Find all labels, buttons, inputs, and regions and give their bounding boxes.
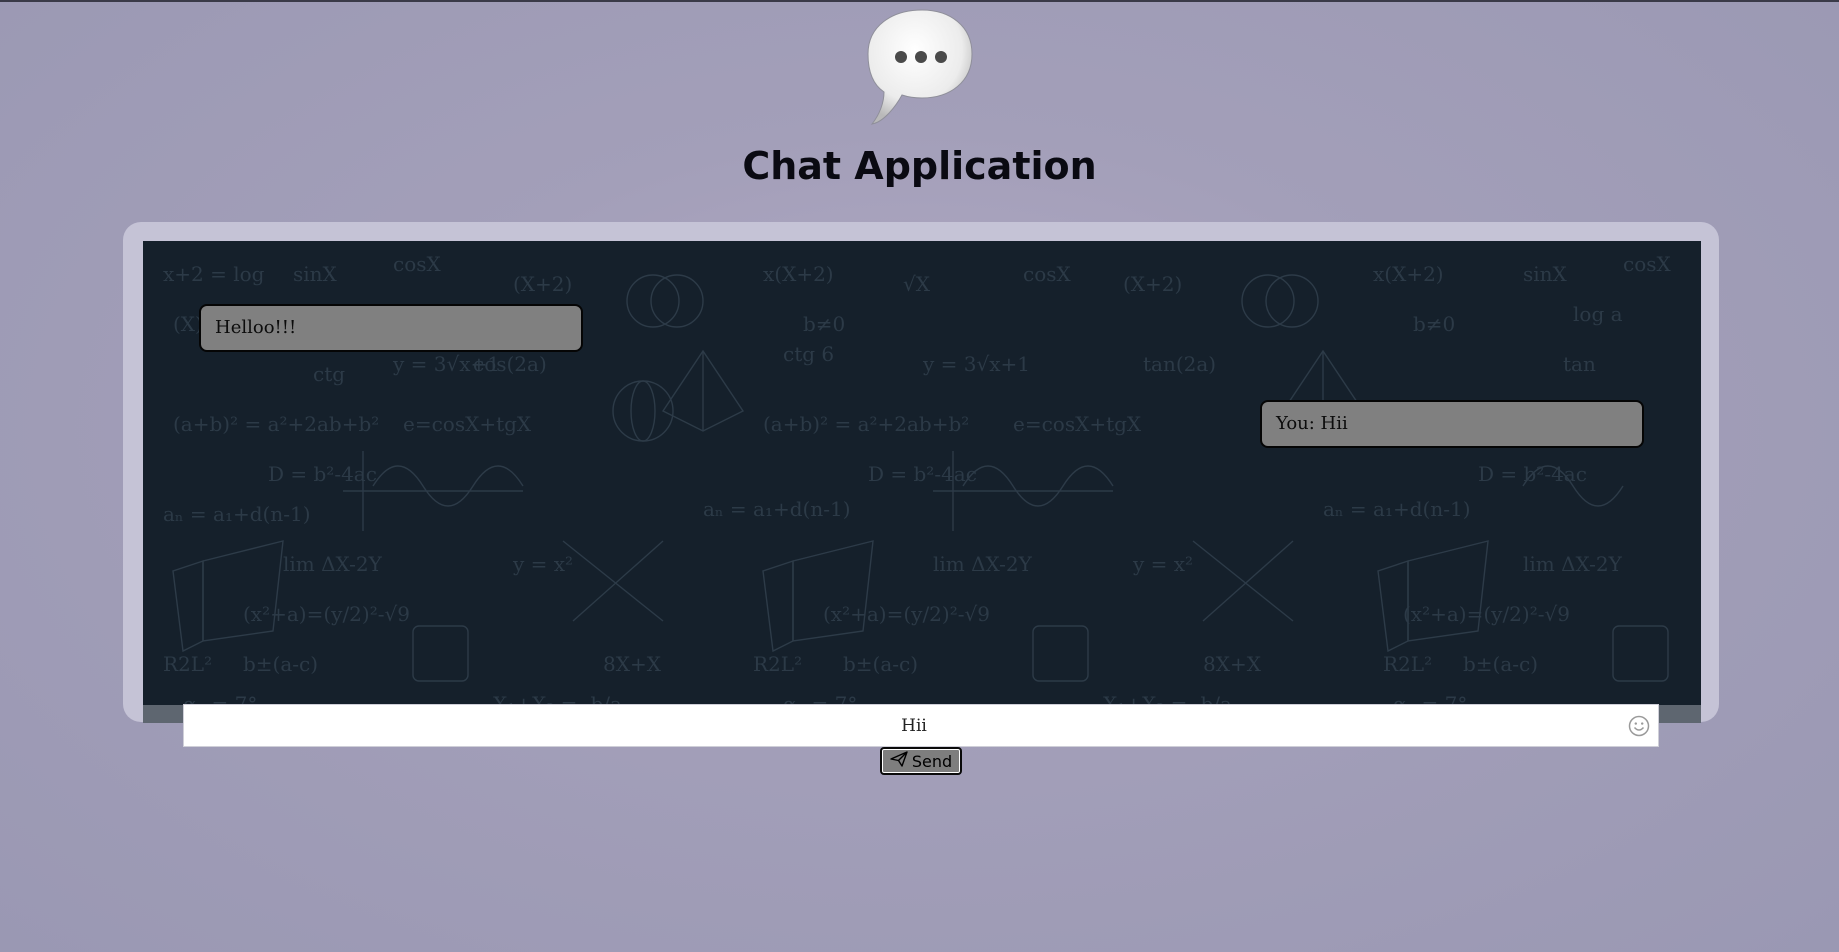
message-input[interactable] bbox=[184, 705, 1604, 746]
smiley-icon[interactable] bbox=[1628, 715, 1650, 737]
svg-text:x+2 = log: x+2 = log bbox=[163, 262, 265, 286]
svg-text:sinX: sinX bbox=[1523, 262, 1568, 286]
svg-text:e=cosX+tgX: e=cosX+tgX bbox=[403, 412, 532, 436]
svg-text:tan: tan bbox=[1563, 352, 1596, 376]
svg-text:log a: log a bbox=[1573, 302, 1623, 326]
svg-text:√X: √X bbox=[903, 272, 931, 296]
svg-text:b±(a-c): b±(a-c) bbox=[1463, 652, 1538, 676]
svg-text:b±(a-c): b±(a-c) bbox=[243, 652, 318, 676]
svg-text:b±(a-c): b±(a-c) bbox=[843, 652, 918, 676]
message-input-wrapper bbox=[183, 704, 1659, 747]
svg-text:8X+X: 8X+X bbox=[603, 652, 662, 676]
svg-text:ctg: ctg bbox=[313, 362, 345, 386]
svg-text:cosX: cosX bbox=[393, 252, 442, 276]
svg-text:ctg 6: ctg 6 bbox=[783, 342, 834, 366]
window-top-border bbox=[0, 0, 1839, 2]
svg-text:D = b²-4ac: D = b²-4ac bbox=[268, 462, 377, 486]
svg-text:aₙ = a₁+d(n-1): aₙ = a₁+d(n-1) bbox=[703, 497, 851, 521]
svg-text:(a+b)² = a²+2ab+b²: (a+b)² = a²+2ab+b² bbox=[763, 412, 969, 436]
svg-text:x(X+2): x(X+2) bbox=[763, 262, 834, 286]
svg-text:(x²+a)=(y/2)²-√9: (x²+a)=(y/2)²-√9 bbox=[1403, 602, 1570, 626]
svg-text:(x²+a)=(y/2)²-√9: (x²+a)=(y/2)²-√9 bbox=[243, 602, 410, 626]
svg-text:lim ΔX-2Y: lim ΔX-2Y bbox=[283, 552, 383, 576]
message-text: You: Hii bbox=[1276, 413, 1348, 434]
svg-text:e=cosX+tgX: e=cosX+tgX bbox=[1013, 412, 1142, 436]
svg-text:8X+X: 8X+X bbox=[1203, 652, 1262, 676]
svg-text:x(X+2): x(X+2) bbox=[1373, 262, 1444, 286]
svg-text:y = x²: y = x² bbox=[512, 552, 573, 576]
speech-bubble-ellipsis-icon bbox=[862, 6, 982, 126]
send-button-label: Send bbox=[911, 751, 953, 771]
message-text: Helloo!!! bbox=[215, 317, 297, 338]
svg-text:D = b²-4ac: D = b²-4ac bbox=[1478, 462, 1587, 486]
svg-text:R2L²: R2L² bbox=[1383, 652, 1432, 676]
svg-text:lim ΔX-2Y: lim ΔX-2Y bbox=[1523, 552, 1623, 576]
chat-messages-area[interactable]: x+2 = log sinX cosX (X+2) x(X+2) √X cosX (X+2… bbox=[143, 241, 1701, 723]
svg-text:cos(2a): cos(2a) bbox=[473, 352, 547, 376]
svg-text:y = x²: y = x² bbox=[1132, 552, 1193, 576]
svg-text:(X+2): (X+2) bbox=[513, 272, 572, 296]
svg-text:y = 3√x+1: y = 3√x+1 bbox=[922, 352, 1030, 376]
send-button[interactable]: Send bbox=[880, 747, 962, 775]
page-title: Chat Application bbox=[742, 144, 1097, 188]
svg-text:b≠0: b≠0 bbox=[1413, 312, 1455, 336]
svg-text:cosX: cosX bbox=[1623, 252, 1672, 276]
svg-text:(X+2): (X+2) bbox=[1123, 272, 1182, 296]
svg-text:aₙ = a₁+d(n-1): aₙ = a₁+d(n-1) bbox=[1323, 497, 1471, 521]
svg-text:tan(2a): tan(2a) bbox=[1143, 352, 1216, 376]
svg-text:lim ΔX-2Y: lim ΔX-2Y bbox=[933, 552, 1033, 576]
svg-text:aₙ = a₁+d(n-1): aₙ = a₁+d(n-1) bbox=[163, 502, 311, 526]
svg-text:(x²+a)=(y/2)²-√9: (x²+a)=(y/2)²-√9 bbox=[823, 602, 990, 626]
message-bubble-received: Helloo!!! bbox=[199, 304, 583, 352]
svg-text:b≠0: b≠0 bbox=[803, 312, 845, 336]
svg-text:R2L²: R2L² bbox=[753, 652, 802, 676]
message-bubble-sent: You: Hii bbox=[1260, 400, 1644, 448]
svg-text:sinX: sinX bbox=[293, 262, 338, 286]
paper-plane-icon bbox=[890, 751, 908, 771]
svg-text:R2L²: R2L² bbox=[163, 652, 212, 676]
svg-text:(a+b)² = a²+2ab+b²: (a+b)² = a²+2ab+b² bbox=[173, 412, 379, 436]
svg-text:D = b²-4ac: D = b²-4ac bbox=[868, 462, 977, 486]
svg-text:cosX: cosX bbox=[1023, 262, 1072, 286]
